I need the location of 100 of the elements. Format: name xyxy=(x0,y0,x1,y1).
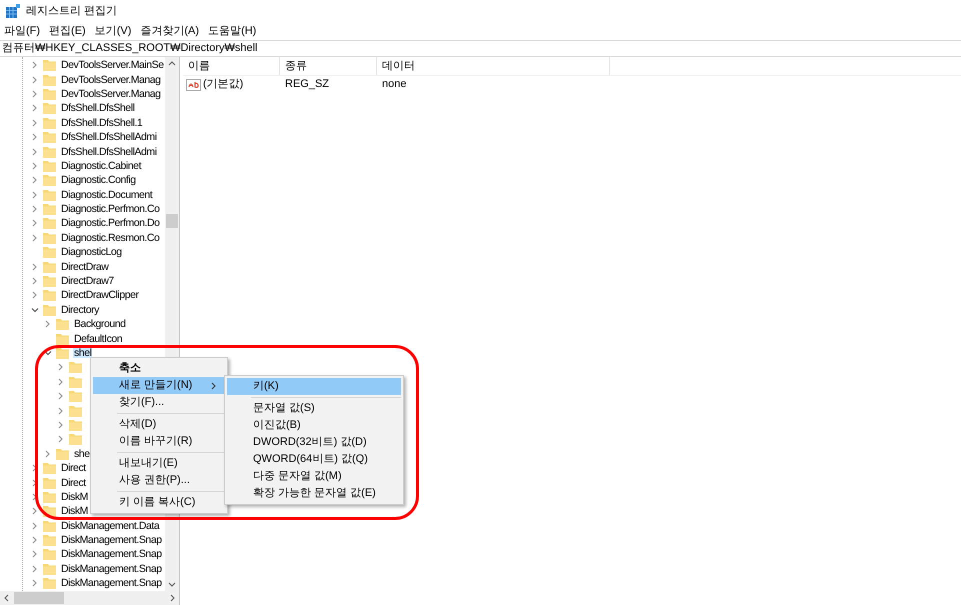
tree-item[interactable]: Diagnostic.Document xyxy=(60,190,154,200)
scroll-left-icon[interactable] xyxy=(3,594,9,602)
menu-item[interactable]: 키(K) xyxy=(227,378,401,395)
menu-item[interactable]: 내보내기(E) xyxy=(93,455,225,472)
tree-item[interactable]: DiskManagement.Snap xyxy=(60,578,163,588)
chevron-right-icon[interactable] xyxy=(31,522,39,530)
menu-item[interactable]: 이진값(B) xyxy=(227,417,401,434)
chevron-right-icon[interactable] xyxy=(31,550,39,558)
tree-item[interactable]: DirectDrawClipper xyxy=(60,290,140,300)
tree-item[interactable]: DirectDraw7 xyxy=(60,276,115,286)
tree-item[interactable]: DiskManagement.Snap xyxy=(60,564,163,574)
chevron-right-icon[interactable] xyxy=(57,435,65,444)
menu-bar-item[interactable]: 파일(F) xyxy=(4,22,40,40)
menu-item[interactable]: 확장 가능한 문자열 값(E) xyxy=(227,485,401,502)
menu-item[interactable]: 다중 문자열 값(M) xyxy=(227,468,401,485)
chevron-right-icon[interactable] xyxy=(57,378,65,386)
tree-item[interactable]: DfsShell.DfsShellAdmi xyxy=(60,132,158,142)
scroll-down-icon[interactable] xyxy=(168,582,176,588)
tree-item[interactable]: Background xyxy=(73,319,127,330)
tree-item[interactable]: DirectDraw xyxy=(60,262,110,272)
tree-item[interactable]: DiskM xyxy=(60,492,89,502)
column-header[interactable]: 이름 xyxy=(183,57,280,75)
chevron-right-icon[interactable] xyxy=(31,564,39,573)
chevron-right-icon[interactable] xyxy=(44,450,52,458)
tree-item[interactable]: Directory xyxy=(60,304,100,315)
chevron-right-icon[interactable] xyxy=(31,579,39,588)
menu-item[interactable]: 새로 만들기(N) xyxy=(93,377,225,394)
chevron-right-icon[interactable] xyxy=(31,90,39,98)
horizontal-scrollbar[interactable] xyxy=(0,591,179,605)
chevron-right-icon[interactable] xyxy=(31,234,39,242)
tree-item[interactable]: DfsShell.DfsShellAdmi xyxy=(60,146,158,157)
window-title: 레지스트리 편집기 xyxy=(26,4,118,19)
chevron-right-icon[interactable] xyxy=(57,363,65,372)
tree-item[interactable]: Diagnostic.Perfmon.Co xyxy=(60,204,161,214)
tree-item[interactable]: Diagnostic.Resmon.Co xyxy=(60,232,160,243)
column-header[interactable]: 데이터 xyxy=(377,57,610,75)
tree-item[interactable]: DiskManagement.Snap xyxy=(60,535,163,546)
menu-item[interactable]: 사용 권한(P)... xyxy=(93,472,225,489)
tree-item[interactable]: shel xyxy=(73,348,92,358)
chevron-right-icon[interactable] xyxy=(31,176,39,184)
table-cell: none xyxy=(382,78,406,90)
menu-item[interactable]: QWORD(64비트) 값(Q) xyxy=(227,451,401,468)
chevron-right-icon[interactable] xyxy=(31,291,39,300)
scroll-right-icon[interactable] xyxy=(170,594,176,602)
tree-item[interactable]: Direct xyxy=(60,463,87,474)
folder-icon xyxy=(43,275,56,288)
chevron-right-icon[interactable] xyxy=(31,104,39,112)
folder-icon xyxy=(56,347,69,359)
chevron-right-icon[interactable] xyxy=(31,262,39,271)
menu-bar-item[interactable]: 도움말(H) xyxy=(208,22,256,40)
menu-bar-item[interactable]: 즐겨찾기(A) xyxy=(140,22,200,40)
chevron-right-icon[interactable] xyxy=(31,148,39,156)
menu-bar-item[interactable]: 편집(E) xyxy=(49,22,86,40)
chevron-right-icon[interactable] xyxy=(57,392,65,400)
tree-item[interactable]: Diagnostic.Perfmon.Do xyxy=(60,218,161,228)
tree-item[interactable]: DevToolsServer.MainSe xyxy=(60,60,165,70)
menu-item[interactable]: 축소 xyxy=(93,360,225,377)
chevron-right-icon[interactable] xyxy=(31,536,39,544)
menu-item[interactable]: 삭제(D) xyxy=(93,416,225,433)
chevron-right-icon[interactable] xyxy=(31,205,39,214)
tree-item[interactable]: DevToolsServer.Manag xyxy=(60,74,162,85)
menu-item[interactable]: 찾기(F)... xyxy=(93,394,225,411)
menu-bar-item[interactable]: 보기(V) xyxy=(94,22,132,40)
tree-item[interactable]: DfsShell.DfsShell xyxy=(60,103,136,114)
folder-icon xyxy=(43,174,56,186)
chevron-right-icon[interactable] xyxy=(31,76,39,84)
chevron-right-icon xyxy=(211,382,217,390)
chevron-down-icon[interactable] xyxy=(31,306,39,314)
chevron-right-icon[interactable] xyxy=(31,277,39,286)
chevron-right-icon[interactable] xyxy=(31,162,39,170)
chevron-right-icon[interactable] xyxy=(57,406,65,415)
chevron-right-icon[interactable] xyxy=(44,320,52,328)
scrollbar-thumb[interactable] xyxy=(166,214,178,228)
column-header[interactable]: 종류 xyxy=(280,57,377,75)
scrollbar-thumb[interactable] xyxy=(14,592,64,604)
chevron-right-icon[interactable] xyxy=(31,61,39,70)
tree-item[interactable]: DiskM xyxy=(60,506,89,516)
tree-item[interactable]: DfsShell.DfsShell.1 xyxy=(60,118,144,128)
chevron-right-icon[interactable] xyxy=(31,118,39,127)
chevron-right-icon[interactable] xyxy=(31,219,39,228)
address-bar[interactable]: 컴퓨터₩HKEY_CLASSES_ROOT₩Directory₩shell xyxy=(0,40,961,57)
menu-item[interactable]: DWORD(32비트) 값(D) xyxy=(227,434,401,451)
tree-item[interactable]: DiskManagement.Snap xyxy=(60,549,163,560)
chevron-down-icon[interactable] xyxy=(44,349,52,357)
menu-item[interactable]: 문자열 값(S) xyxy=(227,400,401,417)
tree-item[interactable]: DefaultIcon xyxy=(73,334,124,344)
menu-item[interactable]: 키 이름 복사(C) xyxy=(93,494,225,511)
tree-item[interactable]: DevToolsServer.Manag xyxy=(60,88,162,99)
tree-item[interactable]: she xyxy=(73,448,91,459)
tree-item[interactable]: Direct xyxy=(60,478,87,488)
chevron-right-icon[interactable] xyxy=(31,133,39,142)
chevron-right-icon[interactable] xyxy=(31,190,39,199)
tree-item[interactable]: Diagnostic.Cabinet xyxy=(60,160,142,171)
chevron-right-icon[interactable] xyxy=(31,507,39,516)
tree-item[interactable]: Diagnostic.Config xyxy=(60,175,137,186)
chevron-right-icon[interactable] xyxy=(57,420,65,429)
scroll-up-icon[interactable] xyxy=(168,60,176,66)
tree-item[interactable]: DiskManagement.Data xyxy=(60,520,160,531)
menu-item[interactable]: 이름 바꾸기(R) xyxy=(93,433,225,450)
tree-item[interactable]: DiagnosticLog xyxy=(60,247,123,258)
